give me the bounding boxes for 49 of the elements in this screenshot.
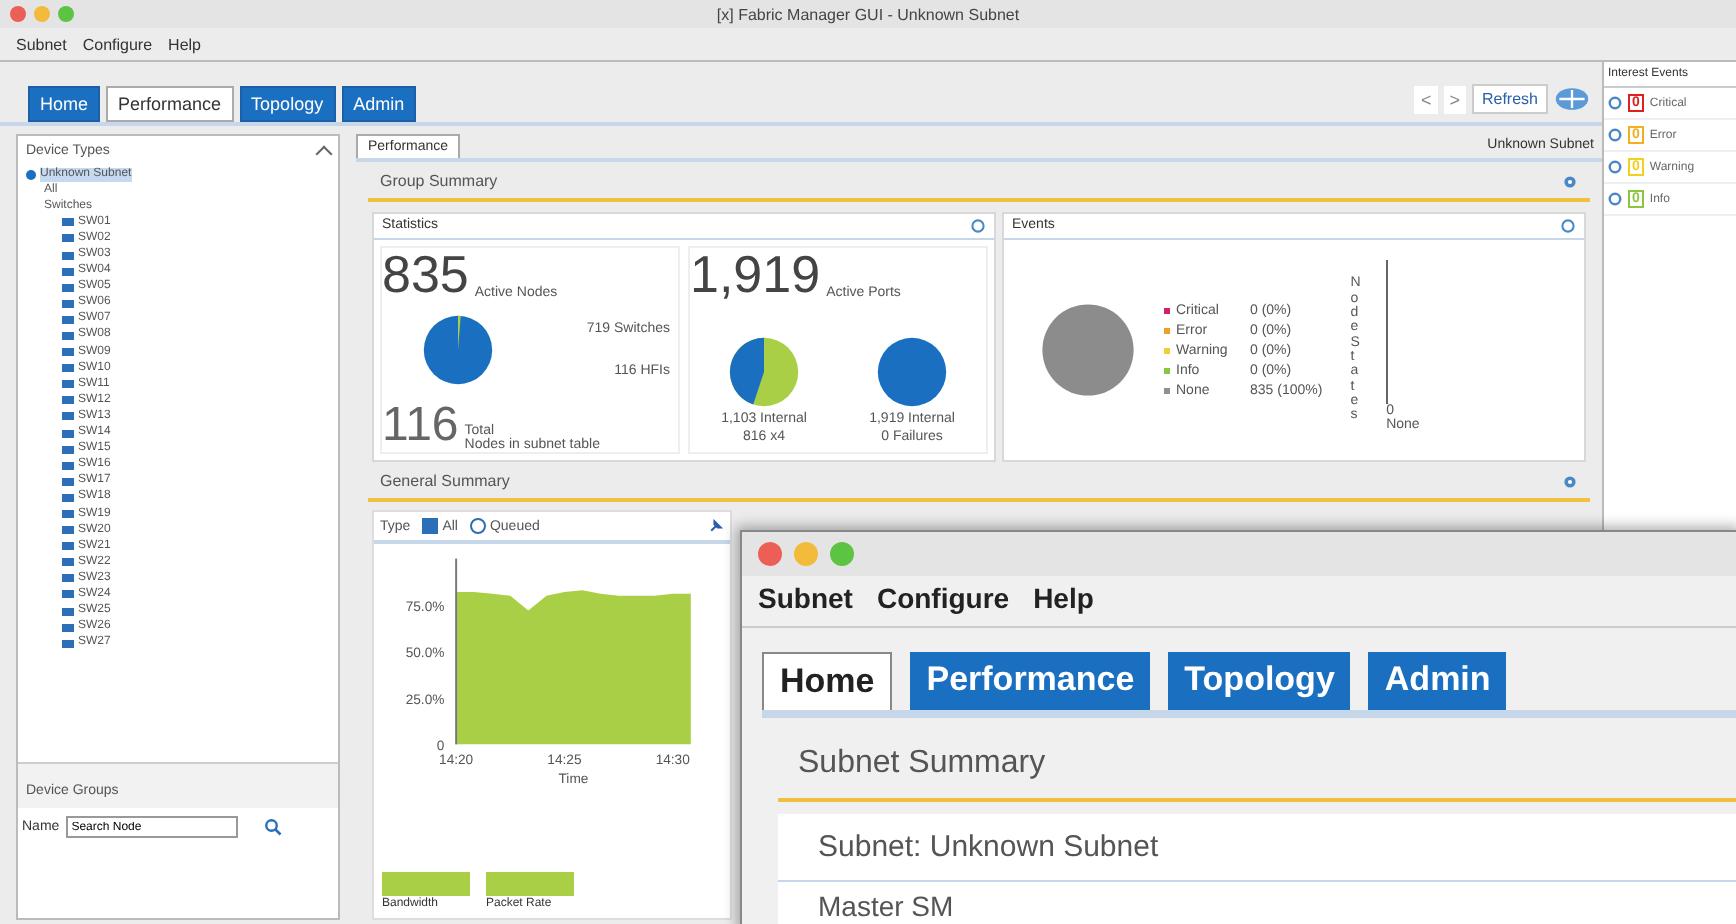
checkbox[interactable] [422, 518, 439, 534]
pin-icon[interactable] [708, 518, 724, 534]
radio-button[interactable] [469, 518, 486, 534]
section-title: Group Summary [380, 172, 498, 190]
total-count: 116 [382, 400, 459, 452]
status-icon [1608, 128, 1622, 142]
tab[interactable]: Performance [910, 652, 1151, 710]
menu-item[interactable]: Configure [876, 582, 1010, 614]
axis-line [1386, 260, 1389, 404]
menu-item[interactable]: Subnet [758, 582, 853, 614]
status-icon [1608, 192, 1622, 206]
close-button[interactable] [758, 542, 782, 566]
tab[interactable]: Home [762, 652, 893, 710]
tab[interactable]: Topology [1168, 652, 1351, 710]
section-title: General Summary [380, 472, 510, 490]
back-button[interactable]: < [1414, 85, 1438, 113]
tab[interactable]: Admin [341, 86, 417, 122]
pie-chart-drawing [422, 314, 494, 386]
settings-icon[interactable] [1562, 473, 1578, 489]
close-button[interactable] [10, 6, 26, 22]
zoom-button[interactable] [830, 542, 854, 566]
port-count: 1,919 [690, 248, 821, 300]
tab[interactable]: Home [28, 86, 101, 122]
node-count: 835 [382, 248, 469, 300]
refresh-icon[interactable] [970, 218, 986, 234]
tab[interactable]: Admin [1368, 652, 1507, 710]
tab[interactable]: Performance [106, 86, 234, 122]
refresh-icon[interactable] [1560, 218, 1576, 234]
search-icon[interactable] [263, 818, 282, 836]
status-icon [1608, 160, 1622, 174]
menu-item[interactable]: Configure [82, 35, 153, 53]
pie-chart-drawing [728, 336, 800, 408]
zoom-button[interactable] [58, 6, 74, 22]
window-title: [x] Fabric Manager GUI - Unknown Subnet [716, 5, 1020, 23]
forward-button[interactable]: > [1443, 85, 1466, 113]
tab[interactable]: Topology [239, 86, 336, 122]
section-title: Subnet Summary [778, 734, 1736, 802]
subnet-icon [26, 169, 36, 180]
menu-item[interactable]: Help [168, 35, 201, 53]
status-icon [1608, 96, 1622, 110]
menu-item[interactable]: Subnet [16, 35, 67, 53]
menu-item[interactable]: Help [1033, 582, 1094, 614]
subnet-name: Subnet: Unknown Subnet [778, 814, 1736, 882]
settings-icon[interactable] [1562, 173, 1578, 189]
row-label: Master SM [816, 888, 956, 924]
refresh-button[interactable]: Refresh [1471, 84, 1548, 114]
pie-chart-drawing [876, 336, 948, 408]
network-icon[interactable] [1554, 86, 1590, 112]
pie-chart-drawing [1040, 302, 1136, 398]
